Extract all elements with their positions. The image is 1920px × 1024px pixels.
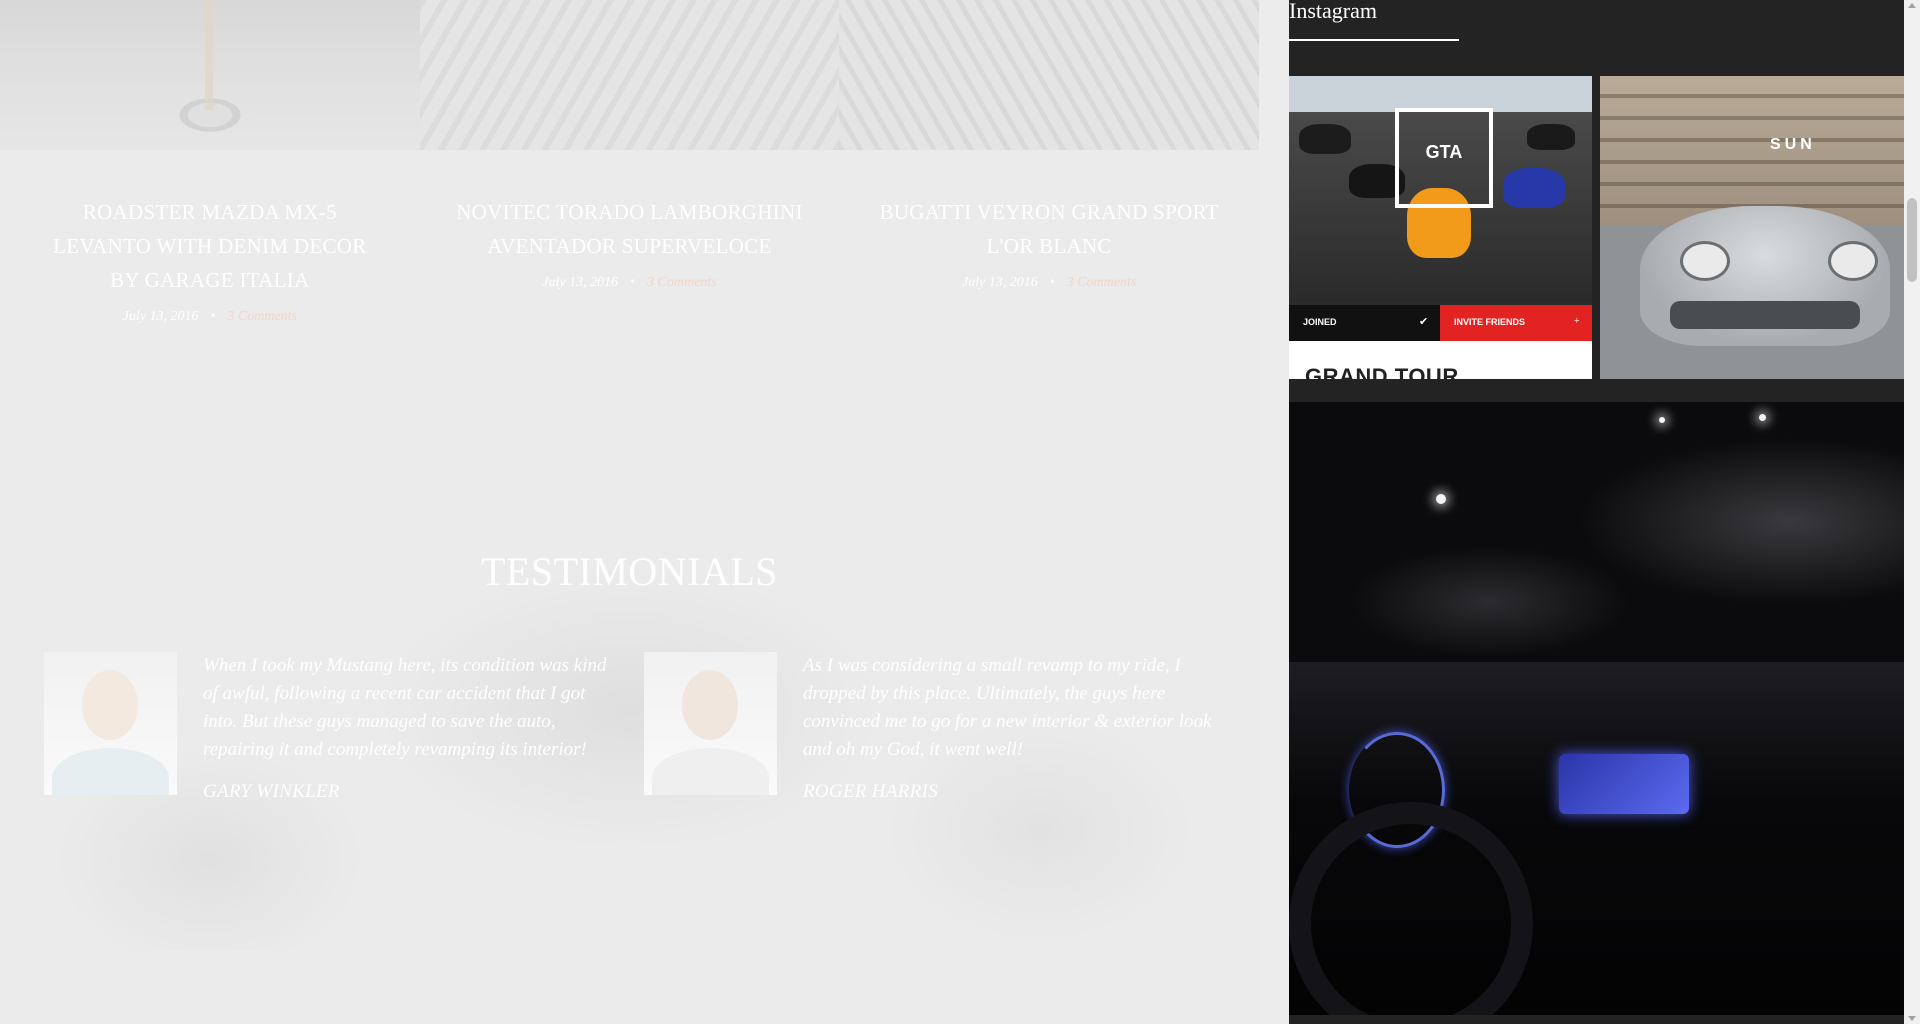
poster-headline: GRAND TOUR <box>1305 364 1459 379</box>
post-image-lamborghini[interactable] <box>419 0 840 150</box>
post-meta: July 13, 2016 • 3 Comments <box>0 309 420 325</box>
post-meta: July 13, 2016 • 3 Comments <box>839 275 1259 291</box>
post-date: July 13, 2016 <box>122 309 199 324</box>
main-content: ROADSTER MAZDA MX-5 LEVANTO WITH DENIM D… <box>0 0 1259 1024</box>
street-light <box>1436 494 1446 504</box>
instagram-post-gta[interactable]: GTA JOINED ✔ INVITE FRIENDS + GRAND TOUR <box>1289 76 1592 379</box>
blog-post: ROADSTER MAZDA MX-5 LEVANTO WITH DENIM D… <box>0 150 420 325</box>
blog-post: NOVITEC TORADO LAMBORGHINI AVENTADOR SUP… <box>420 150 840 325</box>
avatar-shoulders <box>652 748 769 795</box>
testimonial-author: GARY WINKLER <box>203 781 340 802</box>
building-sign: SUN <box>1770 136 1816 153</box>
blog-post-images <box>0 0 1259 150</box>
title-underline <box>1289 39 1459 41</box>
avatar-shoulders <box>52 748 169 795</box>
page-scrollbar[interactable] <box>1904 0 1920 1024</box>
post-meta: July 13, 2016 • 3 Comments <box>420 275 840 291</box>
street-light <box>1759 414 1766 421</box>
car-shape <box>1503 168 1565 208</box>
headlight <box>1828 241 1878 281</box>
street-light <box>1659 417 1665 423</box>
post-title-link[interactable]: NOVITEC TORADO LAMBORGHINI AVENTADOR SUP… <box>456 195 804 263</box>
comments-link[interactable]: 3 Comments <box>227 309 297 324</box>
testimonial-quote: When I took my Mustang here, its conditi… <box>203 655 607 760</box>
post-date: July 13, 2016 <box>542 275 619 290</box>
post-image-mazda[interactable] <box>0 0 420 150</box>
meta-separator: • <box>630 275 636 290</box>
blog-posts: ROADSTER MAZDA MX-5 LEVANTO WITH DENIM D… <box>0 150 1259 325</box>
instagram-post-porsche[interactable]: SUN <box>1600 76 1904 379</box>
testimonials-heading: TESTIMONIALS <box>480 549 779 594</box>
instagram-post-night-drive[interactable] <box>1289 402 1904 1015</box>
building <box>1600 76 1904 226</box>
avatar <box>644 652 777 795</box>
scroll-down-icon[interactable] <box>1908 1016 1916 1021</box>
bumper <box>1670 301 1860 329</box>
poster-badge: GTA <box>1425 142 1463 162</box>
instagram-widget: Instagram GTA JOINED ✔ INVITE FRIENDS + … <box>1289 0 1904 1024</box>
post-date: July 13, 2016 <box>961 275 1038 290</box>
testimonial-quote: As I was considering a small revamp to m… <box>803 655 1212 760</box>
post-image-bugatti[interactable] <box>839 0 1259 150</box>
testimonial-card: As I was considering a small revamp to m… <box>644 652 1234 802</box>
post-title-link[interactable]: BUGATTI VEYRON GRAND SPORT L'OR BLANC <box>875 195 1223 263</box>
blog-post: BUGATTI VEYRON GRAND SPORT L'OR BLANC Ju… <box>839 150 1259 325</box>
poster-sky <box>1289 76 1592 112</box>
meta-separator: • <box>1049 275 1055 290</box>
instagram-title: Instagram <box>1289 0 1377 23</box>
testimonial-card: When I took my Mustang here, its conditi… <box>44 652 634 802</box>
meta-separator: • <box>210 309 216 324</box>
car-shape <box>1527 124 1575 150</box>
car-shape <box>1299 124 1351 154</box>
scrollbar-thumb[interactable] <box>1907 198 1917 282</box>
comments-link[interactable]: 3 Comments <box>1067 275 1137 290</box>
avatar <box>44 652 177 795</box>
check-icon: ✔ <box>1419 316 1429 328</box>
headlight <box>1680 241 1730 281</box>
poster-action-bar: JOINED ✔ INVITE FRIENDS + <box>1289 305 1592 341</box>
joined-label: JOINED <box>1303 317 1337 327</box>
night-sky <box>1289 402 1904 662</box>
post-title-link[interactable]: ROADSTER MAZDA MX-5 LEVANTO WITH DENIM D… <box>36 195 384 297</box>
testimonial-author: ROGER HARRIS <box>803 781 938 802</box>
invite-label: INVITE FRIENDS <box>1454 317 1526 327</box>
plus-icon: + <box>1574 316 1580 327</box>
comments-link[interactable]: 3 Comments <box>647 275 717 290</box>
avatar-head <box>82 670 138 740</box>
scroll-up-icon[interactable] <box>1908 3 1916 8</box>
infotainment-screen <box>1559 754 1689 814</box>
avatar-head <box>682 670 738 740</box>
